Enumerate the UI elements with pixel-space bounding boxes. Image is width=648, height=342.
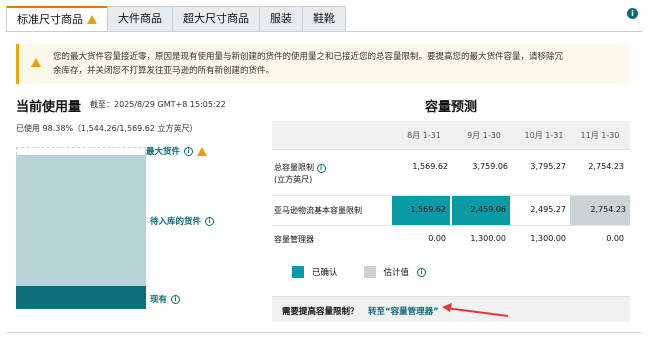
legend-swatch-confirmed: [292, 266, 304, 278]
current-usage-title: 当前使用量: [16, 100, 82, 115]
capacity-tabs: 标准尺寸商品 大件商品 超大尺寸商品 服装 鞋靴: [6, 6, 346, 32]
tab-extra-large[interactable]: 超大尺寸商品: [172, 6, 259, 32]
forecast-table: 8月 1-31 9月 1-30 10月 1-31 11月 1-30 总容量限制 …: [272, 121, 630, 253]
info-icon[interactable]: i: [316, 164, 326, 173]
tab-label: 超大尺寸商品: [183, 12, 249, 25]
tab-apparel[interactable]: 服装: [259, 6, 302, 32]
value-cell: 1,300.00: [530, 234, 566, 243]
warning-icon: [87, 15, 97, 24]
info-icon[interactable]: i: [171, 294, 181, 304]
warning-icon: [31, 58, 41, 67]
tab-label: 鞋靴: [313, 12, 335, 25]
tab-label: 大件商品: [118, 12, 162, 25]
row-base-limit: 亚马逊物流基本容量限制 1,569.62 2,459.06 2,495.27 2…: [272, 195, 630, 225]
month-header: 11月 1-30: [580, 131, 620, 140]
value-cell-estimated: 2,754.23: [570, 196, 630, 225]
marker-label: 现有: [150, 295, 168, 305]
row-sublabel: (立方英尺): [274, 175, 313, 184]
capacity-manager-link[interactable]: 转至“容量管理器”: [368, 305, 439, 317]
row-total-limit: 总容量限制 i (立方英尺) 1,569.62 3,759.06 3,795.2…: [272, 149, 630, 195]
marker-label: 待入库的货件: [150, 217, 202, 227]
capacity-alert: 您的最大货件容量接近零，原因是现有使用量与新创建的货件的使用量之和已接近您的总容…: [16, 44, 630, 84]
month-header: 10月 1-31: [524, 131, 564, 140]
month-header: 8月 1-31: [407, 131, 441, 140]
forecast-title: 容量预测: [424, 100, 477, 115]
usage-bar-current: [16, 286, 146, 309]
alert-text-line2: 余库存，并关闭您不打算发往亚马逊的所有新创建的货件。: [53, 66, 275, 76]
annotation-arrow: [442, 303, 509, 317]
marker-current: 现有 i: [150, 293, 181, 305]
tab-label: 标准尺寸商品: [17, 12, 83, 26]
warning-icon: [197, 146, 208, 156]
month-header: 9月 1-30: [467, 131, 501, 140]
tab-oversize[interactable]: 大件商品: [107, 6, 172, 32]
row-capacity-manager: 容量管理器 0.00 1,300.00 1,300.00 0.00: [272, 225, 630, 253]
row-label: 总容量限制: [274, 163, 314, 172]
value-cell: 0.00: [428, 234, 446, 243]
value-cell: 3,759.06: [472, 162, 508, 171]
info-icon[interactable]: i: [184, 146, 194, 156]
value-cell: 2,754.23: [588, 162, 624, 171]
value-cell: 1,569.62: [412, 162, 448, 171]
usage-percent: 已使用 98.38%（1,544.26/1,569.62 立方英尺）: [16, 124, 198, 133]
row-label: 容量管理器: [274, 235, 314, 244]
value-cell-confirmed: 2,459.06: [452, 196, 510, 225]
row-label: 亚马逊物流基本容量限制: [274, 206, 362, 215]
forecast-header: 8月 1-31 9月 1-30 10月 1-31 11月 1-30: [272, 121, 630, 149]
info-icon[interactable]: i: [205, 216, 215, 226]
info-icon[interactable]: i: [417, 267, 427, 277]
marker-label: 最大货件: [146, 147, 181, 157]
marker-max-shipment: 最大货件 i: [146, 145, 208, 157]
tab-label: 服装: [270, 12, 292, 25]
forecast-legend: 已确认 估计值 i: [292, 266, 427, 278]
value-cell-confirmed: 1,569.62: [392, 196, 450, 225]
legend-estimated: 估计值: [383, 268, 410, 278]
alert-text-line1: 您的最大货件容量接近零，原因是现有使用量与新创建的货件的使用量之和已接近您的总容…: [53, 52, 564, 62]
value-cell: 0.00: [606, 234, 624, 243]
marker-inbound: 待入库的货件 i: [150, 215, 215, 227]
tab-standard-size[interactable]: 标准尺寸商品: [6, 6, 107, 32]
info-icon[interactable]: i: [627, 8, 638, 19]
tab-divider: [6, 31, 642, 32]
bottom-divider: [6, 332, 642, 333]
value-cell: 2,495.27: [530, 205, 566, 214]
need-question: 需要提高容量限制？: [282, 307, 359, 317]
usage-timestamp: 截至：2025/8/29 GMT+8 15:05:22: [90, 100, 226, 109]
legend-swatch-estimated: [363, 266, 376, 278]
value-cell: 3,795.27: [530, 162, 566, 171]
tab-footwear[interactable]: 鞋靴: [302, 6, 346, 32]
value-cell: 1,300.00: [470, 234, 506, 243]
legend-confirmed: 已确认: [312, 268, 338, 278]
